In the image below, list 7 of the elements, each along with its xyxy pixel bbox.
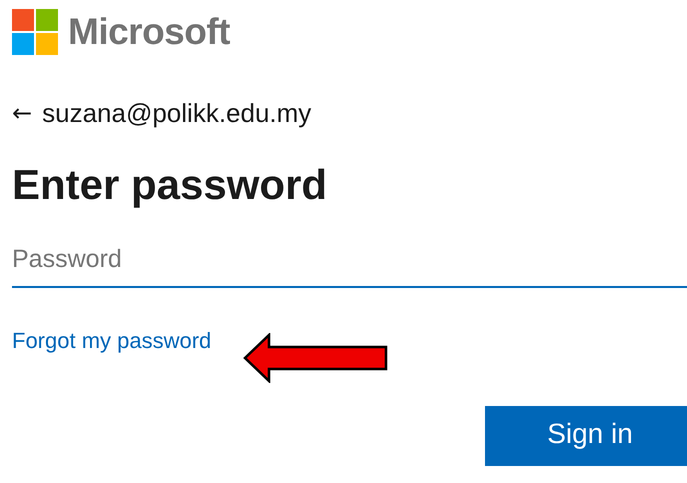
logo-icon — [12, 9, 58, 55]
forgot-password-link[interactable]: Forgot my password — [12, 328, 212, 354]
account-email: suzana@polikk.edu.my — [42, 98, 312, 128]
sign-in-button[interactable]: Sign in — [485, 406, 687, 466]
brand-name: Microsoft — [68, 11, 230, 53]
back-button[interactable]: ← — [12, 99, 32, 127]
page-heading: Enter password — [12, 160, 328, 210]
